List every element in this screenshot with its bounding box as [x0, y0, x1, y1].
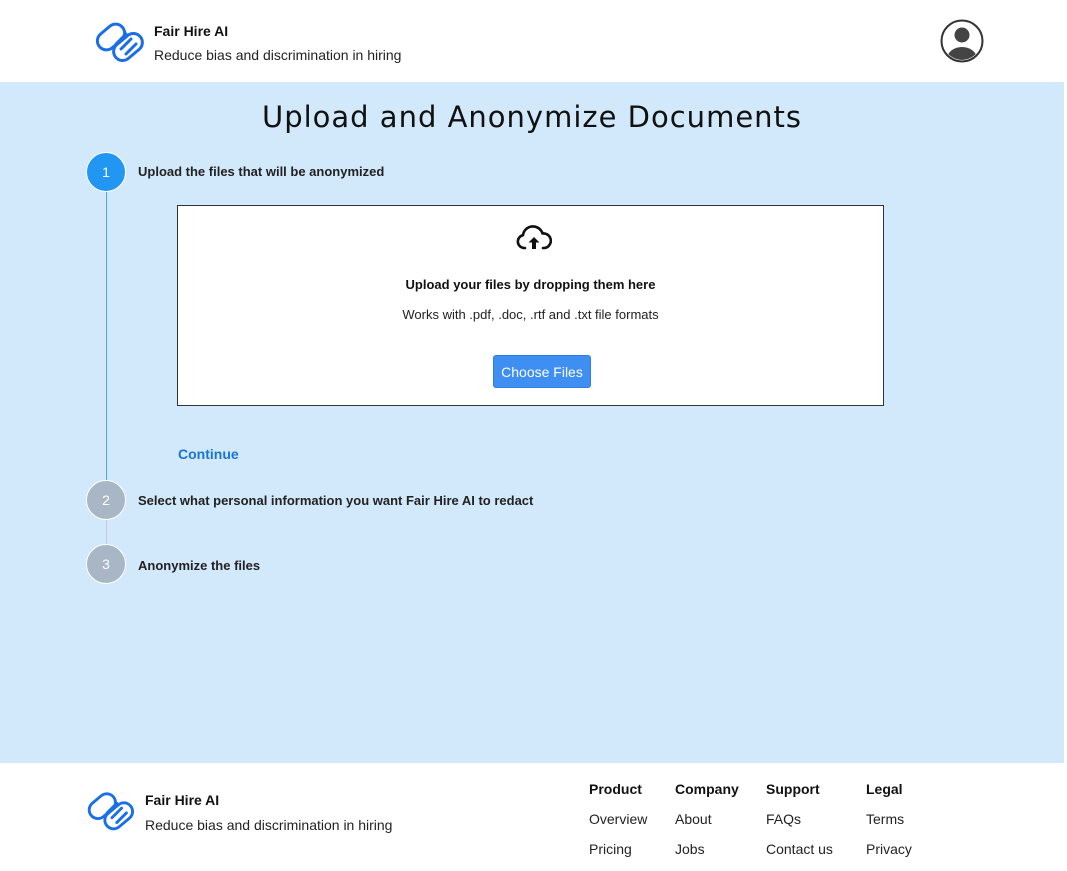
footer-heading: Product	[589, 781, 642, 797]
step-3-label: Anonymize the files	[138, 558, 261, 573]
main-content: Upload and Anonymize Documents 1 Upload …	[0, 82, 1064, 763]
file-dropzone[interactable]: Upload your files by dropping them here …	[177, 205, 884, 406]
choose-files-button[interactable]: Choose Files	[493, 355, 591, 388]
footer-heading: Legal	[866, 781, 903, 797]
footer-link-about[interactable]: About	[675, 811, 739, 841]
step-2-label: Select what personal information you wan…	[138, 493, 534, 508]
brand-name: Fair Hire AI	[154, 23, 229, 39]
footer-link-jobs[interactable]: Jobs	[675, 841, 739, 871]
handshake-icon[interactable]	[92, 16, 148, 68]
footer-brand-name: Fair Hire AI	[145, 792, 220, 808]
continue-button[interactable]: Continue	[178, 446, 239, 462]
page-title: Upload and Anonymize Documents	[261, 100, 803, 134]
user-avatar-icon[interactable]	[940, 19, 984, 63]
footer-heading: Support	[766, 781, 820, 797]
footer-link-contact[interactable]: Contact us	[766, 841, 833, 871]
footer-link-faqs[interactable]: FAQs	[766, 811, 833, 841]
step-1-indicator: 1	[86, 152, 126, 192]
brand-tagline: Reduce bias and discrimination in hiring	[154, 47, 402, 63]
footer-link-terms[interactable]: Terms	[866, 811, 912, 841]
step-2-indicator: 2	[86, 480, 126, 520]
cloud-upload-icon	[516, 224, 553, 254]
footer-heading: Company	[675, 781, 739, 797]
dropzone-formats: Works with .pdf, .doc, .rtf and .txt fil…	[402, 307, 659, 322]
footer-link-pricing[interactable]: Pricing	[589, 841, 647, 871]
top-header: Fair Hire AI Reduce bias and discriminat…	[0, 0, 1067, 82]
footer-brand-tagline: Reduce bias and discrimination in hiring	[145, 817, 393, 833]
handshake-icon[interactable]	[84, 785, 138, 837]
step-connector	[106, 520, 107, 546]
footer: Fair Hire AI Reduce bias and discriminat…	[0, 763, 1067, 858]
step-1-label: Upload the files that will be anonymized	[138, 164, 385, 179]
footer-link-privacy[interactable]: Privacy	[866, 841, 912, 871]
step-connector-active	[106, 192, 107, 482]
step-3-indicator: 3	[86, 544, 126, 584]
dropzone-title: Upload your files by dropping them here	[405, 277, 656, 292]
footer-link-overview[interactable]: Overview	[589, 811, 647, 841]
